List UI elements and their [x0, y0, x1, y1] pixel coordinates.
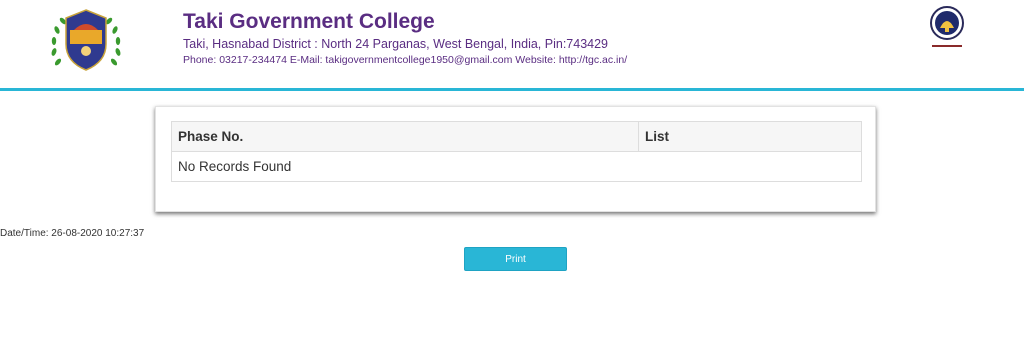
page-header: Taki Government College Taki, Hasnabad D…	[0, 0, 1024, 88]
college-logo	[44, 4, 128, 88]
header-divider	[0, 88, 1024, 91]
results-panel: Phase No. List No Records Found	[155, 106, 876, 212]
phase-table: Phase No. List No Records Found	[171, 121, 862, 182]
column-header-phase: Phase No.	[171, 121, 639, 152]
university-logo	[918, 4, 976, 74]
college-name: Taki Government College	[183, 10, 435, 33]
print-button[interactable]: Print	[464, 247, 567, 271]
timestamp: Date/Time: 26-08-2020 10:27:37	[0, 228, 145, 239]
table-header-row: Phase No. List	[171, 121, 862, 152]
college-address: Taki, Hasnabad District : North 24 Parga…	[183, 37, 609, 51]
table-row: No Records Found	[171, 151, 862, 182]
college-contact: Phone: 03217-234474 E-Mail: takigovernme…	[183, 54, 628, 66]
column-header-list: List	[638, 121, 862, 152]
empty-message: No Records Found	[171, 151, 862, 182]
